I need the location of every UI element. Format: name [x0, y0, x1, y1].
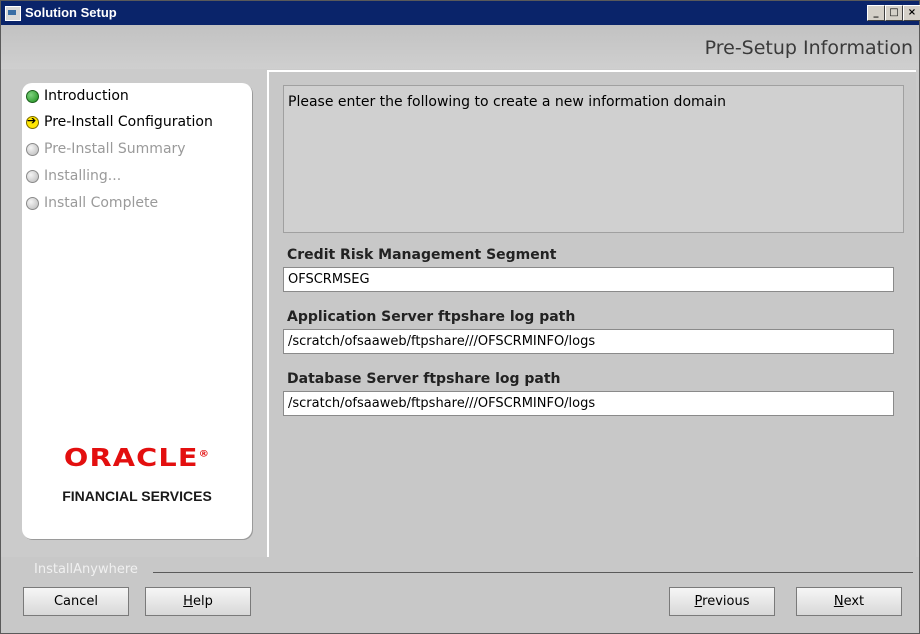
step-installing: Installing... — [26, 166, 121, 186]
db-server-log-path-label: Database Server ftpshare log path — [287, 371, 561, 387]
step-label: Introduction — [44, 88, 129, 104]
next-button[interactable]: Next — [796, 587, 902, 616]
step-label: Installing... — [44, 168, 122, 184]
crm-segment-label: Credit Risk Management Segment — [287, 247, 557, 263]
installer-window-icon — [5, 6, 21, 21]
help-button[interactable]: Help — [145, 587, 251, 616]
step-label: Pre-Install Configuration — [44, 114, 213, 130]
arrow-circle-icon — [26, 114, 39, 129]
empty-circle-icon — [26, 142, 39, 156]
title-bar[interactable]: Solution Setup _ □ × — [1, 1, 920, 25]
window-title: Solution Setup — [25, 5, 117, 20]
db-server-log-path-input[interactable] — [283, 391, 894, 416]
footer-bar: InstallAnywhere Cancel Help Previous Nex… — [1, 557, 919, 633]
empty-circle-icon — [26, 169, 39, 183]
step-label: Pre-Install Summary — [44, 141, 186, 157]
installanywhere-label: InstallAnywhere — [34, 562, 138, 577]
page-title: Pre-Setup Information — [704, 37, 913, 59]
step-introduction: Introduction — [26, 86, 129, 106]
crm-segment-input[interactable] — [283, 267, 894, 292]
maximize-button[interactable]: □ — [885, 5, 903, 21]
check-circle-icon — [26, 89, 39, 103]
steps-panel: Introduction Pre-Install Configuration P… — [22, 83, 252, 539]
step-pre-install-configuration: Pre-Install Configuration — [26, 112, 213, 132]
footer-divider — [153, 572, 913, 573]
step-install-complete: Install Complete — [26, 193, 158, 213]
financial-services-label: FINANCIAL SERVICES — [62, 488, 212, 504]
app-server-log-path-input[interactable] — [283, 329, 894, 354]
empty-circle-icon — [26, 196, 39, 210]
page-header: Pre-Setup Information — [1, 25, 919, 69]
step-pre-install-summary: Pre-Install Summary — [26, 139, 186, 159]
step-label: Install Complete — [44, 195, 159, 211]
close-button[interactable]: × — [903, 5, 920, 21]
oracle-logo: ORACLE® — [63, 443, 211, 472]
info-box: Please enter the following to create a n… — [283, 85, 904, 233]
info-message: Please enter the following to create a n… — [288, 94, 726, 110]
content-panel: Please enter the following to create a n… — [267, 70, 916, 557]
previous-button[interactable]: Previous — [669, 587, 775, 616]
app-server-log-path-label: Application Server ftpshare log path — [287, 309, 576, 325]
minimize-button[interactable]: _ — [867, 5, 885, 21]
cancel-button[interactable]: Cancel — [23, 587, 129, 616]
installer-window: Solution Setup _ □ × Pre-Setup Informati… — [0, 0, 920, 634]
